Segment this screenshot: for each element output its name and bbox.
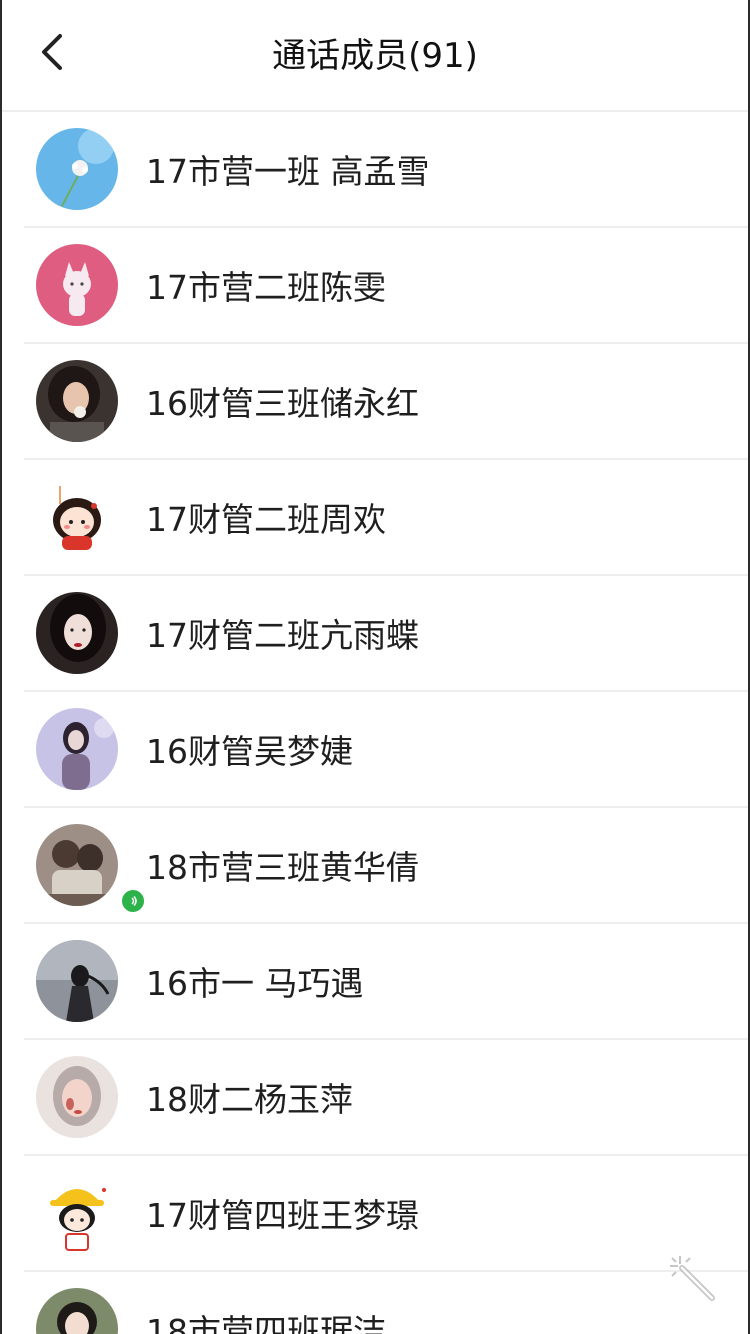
list-item[interactable]: 18财二杨玉萍 bbox=[24, 1040, 748, 1156]
sound-wave-icon bbox=[129, 896, 137, 906]
list-item[interactable]: 18市营三班黄华倩 bbox=[24, 808, 748, 924]
avatar bbox=[36, 1172, 118, 1254]
avatar bbox=[36, 1056, 118, 1138]
member-name: 16财管三班储永红 bbox=[146, 384, 419, 423]
member-name: 18财二杨玉萍 bbox=[146, 1080, 353, 1119]
avatar bbox=[36, 360, 118, 442]
avatar bbox=[36, 128, 118, 210]
member-name: 17财管二班亢雨蝶 bbox=[146, 616, 419, 655]
member-name: 17财管四班王梦璟 bbox=[146, 1196, 419, 1235]
header: 通话成员(91) bbox=[2, 0, 748, 112]
member-name: 17市营二班陈雯 bbox=[146, 268, 386, 307]
member-name: 18市营三班黄华倩 bbox=[146, 848, 419, 887]
avatar bbox=[36, 824, 118, 906]
page-title: 通话成员(91) bbox=[272, 36, 478, 76]
avatar bbox=[36, 940, 118, 1022]
list-item[interactable]: 16市一 马巧遇 bbox=[24, 924, 748, 1040]
avatar bbox=[36, 244, 118, 326]
magic-wand-button[interactable] bbox=[666, 1252, 722, 1308]
avatar bbox=[36, 708, 118, 790]
avatar bbox=[36, 592, 118, 674]
speaking-indicator bbox=[120, 888, 146, 914]
list-item[interactable]: 17市营二班陈雯 bbox=[24, 228, 748, 344]
member-name: 16市一 马巧遇 bbox=[146, 964, 364, 1003]
member-name: 17市营一班 高孟雪 bbox=[146, 152, 430, 191]
member-name: 17财管二班周欢 bbox=[146, 500, 386, 539]
list-item[interactable]: 18市营四班琚洁 bbox=[24, 1272, 748, 1334]
list-item[interactable]: 17财管二班周欢 bbox=[24, 460, 748, 576]
avatar bbox=[36, 1288, 118, 1334]
list-item[interactable]: 16财管三班储永红 bbox=[24, 344, 748, 460]
member-name: 18市营四班琚洁 bbox=[146, 1312, 386, 1334]
member-list: 17市营一班 高孟雪 17市营二班陈雯 16财管三班储永红 17财管二班周欢 1… bbox=[2, 112, 748, 1334]
list-item[interactable]: 16财管吴梦婕 bbox=[24, 692, 748, 808]
member-name: 16财管吴梦婕 bbox=[146, 732, 353, 771]
magic-wand-icon bbox=[670, 1256, 715, 1301]
avatar bbox=[36, 476, 118, 558]
list-item[interactable]: 17财管二班亢雨蝶 bbox=[24, 576, 748, 692]
list-item[interactable]: 17市营一班 高孟雪 bbox=[24, 112, 748, 228]
call-members-screen: 通话成员(91) 17市营一班 高孟雪 17市营二班陈雯 16财管三班储永红 1… bbox=[0, 0, 750, 1334]
list-item[interactable]: 17财管四班王梦璟 bbox=[24, 1156, 748, 1272]
